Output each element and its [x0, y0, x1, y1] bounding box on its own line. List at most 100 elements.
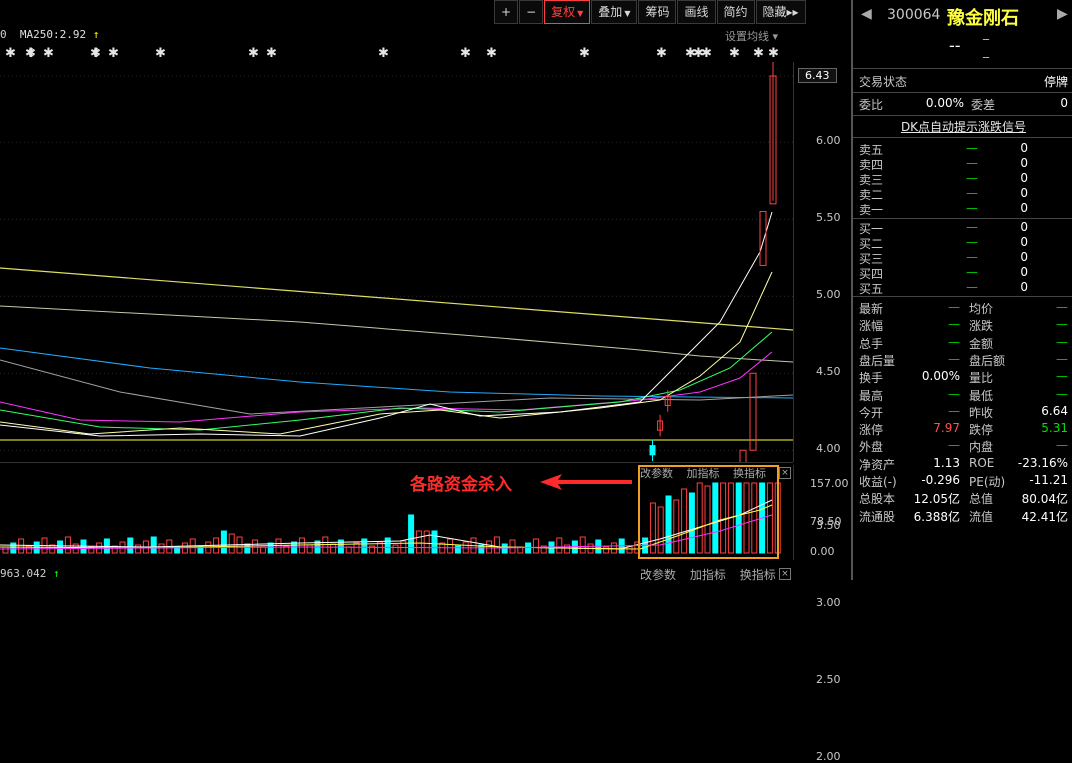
volume-bar	[392, 544, 399, 554]
signal-star-icon: ✱	[768, 46, 779, 61]
stat-label: 总手	[859, 336, 884, 351]
book-label: 卖一	[859, 203, 884, 217]
stat-label: 内盘	[969, 440, 994, 455]
ma250-line	[0, 267, 793, 331]
volume-tick: 157.00	[810, 477, 849, 490]
buy-row[interactable]: 买五 — 0	[859, 280, 1068, 297]
signal-star-icon: ✱	[486, 46, 497, 61]
volume-bar	[423, 530, 430, 554]
annotation-text: 各路资金杀入	[410, 475, 512, 495]
stat-value: —	[1056, 386, 1068, 401]
stat-label: 盘后额	[969, 353, 1006, 368]
stat-value: —	[1056, 317, 1068, 332]
volume-bar	[493, 536, 500, 554]
draw-line-button[interactable]: 画线	[677, 0, 716, 24]
book-volume: 0	[1020, 141, 1028, 155]
stat-value: —	[948, 351, 960, 366]
stats-row: 换手 0.00% 量比 —	[859, 369, 1068, 386]
volume-bar	[447, 538, 454, 554]
volume-bar	[579, 536, 586, 554]
chart-toolbar: + − 复权 ▼ 叠加 ▼ 筹码 画线 简约 隐藏▸▸	[494, 0, 807, 24]
signal-star-icon: ✱	[378, 46, 389, 61]
sell-row[interactable]: 卖一 — 0	[859, 201, 1068, 218]
signal-star-icon: ✱	[460, 46, 471, 61]
annotation-arrow-icon	[540, 474, 632, 490]
volume-axis: 157.00 78.50 0.00	[793, 465, 850, 560]
stat-value: —	[1056, 334, 1068, 349]
book-volume: 0	[1020, 280, 1028, 294]
add-indicator-button[interactable]: 加指标	[687, 467, 720, 480]
stat-value: 6.388亿	[913, 509, 960, 524]
prev-stock-icon[interactable]: ◀	[861, 6, 872, 22]
price-tick: 5.00	[816, 288, 841, 302]
dk-signal-link[interactable]: DK点自动提示涨跌信号	[853, 118, 1072, 135]
change-percent: _	[983, 44, 989, 58]
stat-value: -0.296	[921, 473, 960, 487]
stats-row: 盘后量 — 盘后额 —	[859, 352, 1068, 369]
volume-bar	[127, 537, 134, 554]
signal-star-icon: ✱	[155, 46, 166, 61]
volume-bar	[361, 538, 368, 554]
ma-line-white	[0, 211, 773, 437]
quote-panel: ◀ 300064 豫金刚石 ▶ -- _ _ 交易状态 停牌 委比 0.00% …	[851, 0, 1072, 580]
switch-indicator-button[interactable]: 换指标	[733, 467, 766, 480]
stat-label: 流值	[969, 509, 994, 524]
signal-star-icon: ✱	[701, 46, 712, 61]
stat-label: 最新	[859, 302, 884, 316]
volume-bar	[454, 545, 461, 554]
stat-value: 7.97	[933, 421, 960, 436]
stats-row: 总手 — 金额 —	[859, 335, 1068, 352]
signal-star-icon: ✱	[753, 46, 764, 61]
stat-label: PE(动)	[969, 475, 1006, 489]
stats-row: 收益(-) -0.296 PE(动) -11.21	[859, 473, 1068, 490]
book-price: —	[966, 186, 978, 200]
simple-mode-button[interactable]: 简约	[716, 0, 755, 24]
signal-star-icon: ✱	[729, 46, 740, 61]
volume-bar	[306, 544, 313, 554]
stat-label: 净资产	[859, 457, 896, 472]
set-ma-dropdown[interactable]: 设置均线 ▾	[725, 28, 778, 44]
chips-button[interactable]: 筹码	[638, 0, 677, 24]
book-volume: 0	[1020, 201, 1028, 215]
volume-bar	[259, 546, 266, 554]
volume-bar	[18, 538, 25, 554]
close-icon-2[interactable]: ×	[779, 568, 791, 580]
stats-row: 涨幅 — 涨跌 —	[859, 317, 1068, 334]
overlay-dropdown[interactable]: 叠加 ▼	[591, 0, 638, 24]
book-volume: 0	[1020, 235, 1028, 249]
stat-label: 外盘	[859, 440, 884, 455]
stat-value: 12.05亿	[913, 492, 960, 507]
next-stock-icon[interactable]: ▶	[1057, 6, 1068, 22]
up-arrow-icon: ↑	[92, 28, 100, 41]
stat-label: 最低	[969, 388, 994, 403]
stock-code: 300064	[887, 7, 941, 23]
volume-bar	[610, 542, 617, 554]
hide-button[interactable]: 隐藏▸▸	[755, 0, 806, 24]
volume-bar	[2, 546, 9, 554]
stat-value: —	[1056, 300, 1068, 314]
stats-row: 流通股 6.388亿 流值 42.41亿	[859, 508, 1068, 525]
zoom-in-button[interactable]: +	[494, 0, 519, 24]
signal-star-icon: ✱	[656, 46, 667, 61]
fuquan-dropdown[interactable]: 复权 ▼	[544, 0, 591, 24]
stat-value: —	[1056, 438, 1068, 453]
stat-value: 6.64	[1041, 403, 1068, 418]
book-price: —	[966, 156, 978, 170]
stat-value: —	[948, 403, 960, 418]
stat-label: 涨幅	[859, 319, 884, 334]
edit-params-button[interactable]: 改参数	[640, 467, 673, 480]
book-volume: 0	[1020, 171, 1028, 185]
volume-bar	[556, 537, 563, 554]
kline-chart[interactable]: 6.64	[0, 62, 793, 462]
signal-star-icon: ✱	[266, 46, 277, 61]
stat-label: 均价	[969, 302, 994, 316]
zoom-out-button[interactable]: −	[519, 0, 544, 24]
stat-label: 跌停	[969, 423, 994, 438]
book-price: —	[966, 265, 978, 279]
price-tick: 2.00	[816, 750, 841, 763]
volume-bar	[415, 530, 422, 554]
close-icon[interactable]: ×	[779, 467, 791, 479]
book-price: —	[966, 250, 978, 264]
stat-label: 昨收	[969, 405, 994, 420]
change-value: _	[983, 26, 989, 40]
